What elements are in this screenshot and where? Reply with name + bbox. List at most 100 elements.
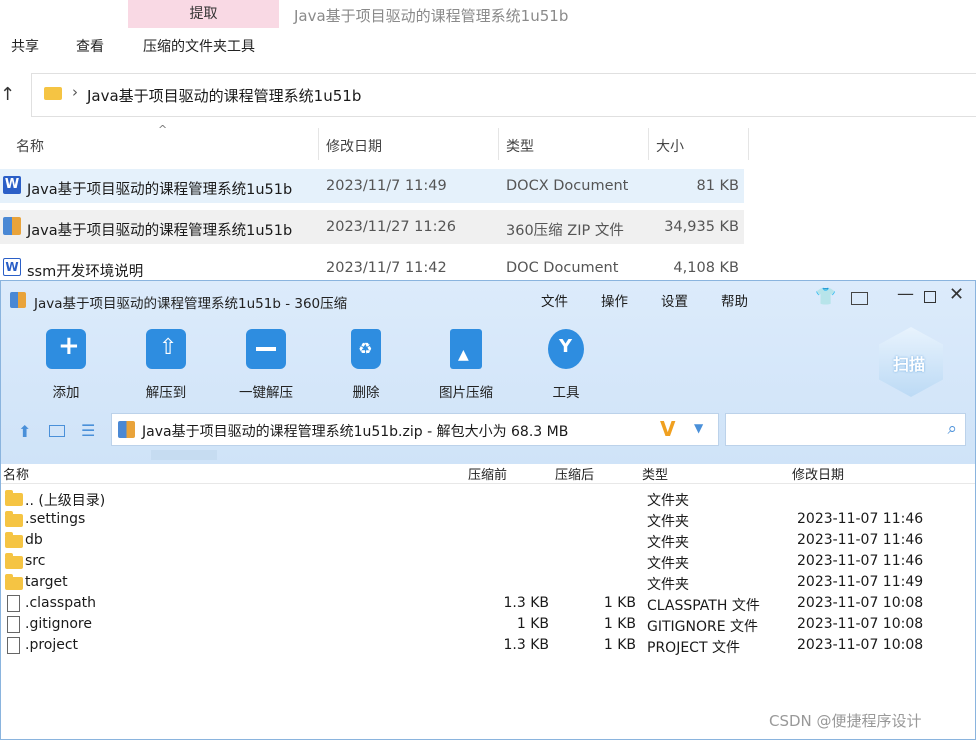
chevron-right-icon: › xyxy=(72,83,78,101)
app-icon xyxy=(10,292,26,308)
list-item[interactable]: .gitignore 1 KB 1 KB GITIGNORE 文件 2023-1… xyxy=(1,615,975,636)
image-compress-label: 图片压缩 xyxy=(439,385,493,401)
file-name: Java基于项目驱动的课程管理系统1u51b xyxy=(27,182,293,198)
list-view-icon[interactable]: ☰ xyxy=(81,421,95,440)
one-click-extract-label: 一键解压 xyxy=(239,385,293,401)
col-before[interactable]: 压缩前 xyxy=(468,464,507,483)
address-bar[interactable]: › Java基于项目驱动的课程管理系统1u51b xyxy=(31,73,976,117)
list-item[interactable]: .settings 文件夹 2023-11-07 11:46 xyxy=(1,510,975,531)
file-icon xyxy=(7,616,20,633)
file-date: 2023/11/7 11:49 xyxy=(326,178,447,194)
zip-icon xyxy=(3,217,21,235)
feedback-icon[interactable] xyxy=(851,292,868,305)
dropdown-arrow-icon[interactable]: ▼ xyxy=(694,421,703,435)
item-date: 2023-11-07 11:46 xyxy=(797,511,924,527)
minimize-icon[interactable]: — xyxy=(897,284,914,304)
file-type: 360压缩 ZIP 文件 xyxy=(506,223,624,239)
one-click-extract-icon xyxy=(246,329,286,369)
col-size[interactable]: 大小 xyxy=(656,136,684,156)
list-item[interactable]: .. (上级目录) 文件夹 xyxy=(1,489,975,510)
watermark: CSDN @便捷程序设计 xyxy=(769,712,922,730)
menu-help[interactable]: 帮助 xyxy=(721,290,748,310)
file-icon xyxy=(7,595,20,612)
search-icon[interactable]: ⌕ xyxy=(947,419,957,439)
item-after: 1 KB xyxy=(603,616,636,632)
search-input[interactable]: ⌕ xyxy=(725,413,966,446)
up-arrow-icon[interactable]: ↑ xyxy=(0,84,15,105)
item-name: .classpath xyxy=(25,595,97,611)
col-modified[interactable]: 修改日期 xyxy=(792,464,844,483)
file-row[interactable]: W Java基于项目驱动的课程管理系统1u51b 2023/11/7 11:49… xyxy=(0,169,744,203)
list-item[interactable]: target 文件夹 2023-11-07 11:49 xyxy=(1,573,975,594)
word-icon: W xyxy=(3,176,21,194)
item-type: PROJECT 文件 xyxy=(647,640,740,656)
item-name: .. (上级目录) xyxy=(25,493,106,509)
path-box[interactable]: Java基于项目驱动的课程管理系统1u51b.zip - 解包大小为 68.3 … xyxy=(111,413,719,446)
up-level-icon[interactable]: ⬆ xyxy=(18,422,31,441)
skin-icon[interactable]: 👕 xyxy=(815,287,836,307)
add-icon: + xyxy=(46,329,86,369)
image-compress-button[interactable]: ▲ 图片压缩 xyxy=(426,329,506,401)
tools-button[interactable]: Y 工具 xyxy=(526,329,606,401)
address-path[interactable]: Java基于项目驱动的课程管理系统1u51b xyxy=(87,85,361,106)
folder-icon xyxy=(5,553,23,569)
file-name: Java基于项目驱动的课程管理系统1u51b xyxy=(27,223,293,239)
thumbnail-view-icon[interactable] xyxy=(49,425,65,437)
item-name: .gitignore xyxy=(25,616,92,632)
zip-file-icon xyxy=(118,421,135,438)
col-after[interactable]: 压缩后 xyxy=(555,464,594,483)
file-row[interactable]: Java基于项目驱动的课程管理系统1u51b 2023/11/27 11:26 … xyxy=(0,210,744,244)
col-type[interactable]: 类型 xyxy=(506,136,534,156)
close-icon[interactable]: ✕ xyxy=(949,284,964,305)
col-name[interactable]: 名称 xyxy=(16,136,44,156)
folder-icon xyxy=(5,574,23,590)
tab-extract[interactable]: 提取 xyxy=(128,0,279,28)
item-before: 1 KB xyxy=(516,616,549,632)
column-divider xyxy=(648,128,649,160)
col-name[interactable]: 名称 xyxy=(3,464,29,483)
explorer-title: Java基于项目驱动的课程管理系统1u51b xyxy=(294,7,569,25)
item-date: 2023-11-07 11:46 xyxy=(797,553,924,569)
item-type: 文件夹 xyxy=(647,577,689,593)
item-type: 文件夹 xyxy=(647,556,689,572)
one-click-extract-button[interactable]: 一键解压 xyxy=(226,329,306,401)
delete-label: 删除 xyxy=(352,385,380,401)
folder-icon xyxy=(5,532,23,548)
col-date[interactable]: 修改日期 xyxy=(326,136,382,156)
file-type: DOC Document xyxy=(506,260,619,276)
item-date: 2023-11-07 10:08 xyxy=(797,595,924,611)
item-type: CLASSPATH 文件 xyxy=(647,598,760,614)
item-type: GITIGNORE 文件 xyxy=(647,619,759,635)
list-item[interactable]: db 文件夹 2023-11-07 11:46 xyxy=(1,531,975,552)
header-divider xyxy=(1,483,975,484)
folder-icon xyxy=(44,87,62,100)
extract-to-button[interactable]: ⇧ 解压到 xyxy=(126,329,206,401)
menu-share[interactable]: 共享 xyxy=(11,36,39,56)
menu-operate[interactable]: 操作 xyxy=(601,290,628,310)
maximize-icon[interactable] xyxy=(924,291,936,303)
zip-window: Java基于项目驱动的课程管理系统1u51b - 360压缩 文件 操作 设置 … xyxy=(0,280,976,740)
item-name: .settings xyxy=(25,511,86,527)
menu-settings[interactable]: 设置 xyxy=(661,290,688,310)
column-divider xyxy=(318,128,319,160)
item-date: 2023-11-07 10:08 xyxy=(797,616,924,632)
extract-to-icon: ⇧ xyxy=(146,329,186,369)
item-after: 1 KB xyxy=(603,595,636,611)
word-doc-icon: W xyxy=(3,258,21,276)
file-size: 81 KB xyxy=(696,178,739,194)
item-date: 2023-11-07 10:08 xyxy=(797,637,924,653)
menu-compressed-folder-tools[interactable]: 压缩的文件夹工具 xyxy=(143,36,255,56)
menu-file[interactable]: 文件 xyxy=(541,290,568,310)
column-divider xyxy=(498,128,499,160)
sort-up-icon: ^ xyxy=(158,123,168,136)
delete-button[interactable]: ♻ 删除 xyxy=(326,329,406,401)
list-item[interactable]: .classpath 1.3 KB 1 KB CLASSPATH 文件 2023… xyxy=(1,594,975,615)
col-type[interactable]: 类型 xyxy=(642,464,668,483)
list-item[interactable]: src 文件夹 2023-11-07 11:46 xyxy=(1,552,975,573)
scrollbar-thumb[interactable] xyxy=(151,450,217,460)
list-item[interactable]: .project 1.3 KB 1 KB PROJECT 文件 2023-11-… xyxy=(1,636,975,657)
item-after: 1 KB xyxy=(603,637,636,653)
add-button[interactable]: + 添加 xyxy=(26,329,106,401)
menu-view[interactable]: 查看 xyxy=(76,36,104,56)
v-icon[interactable]: V xyxy=(660,417,675,441)
